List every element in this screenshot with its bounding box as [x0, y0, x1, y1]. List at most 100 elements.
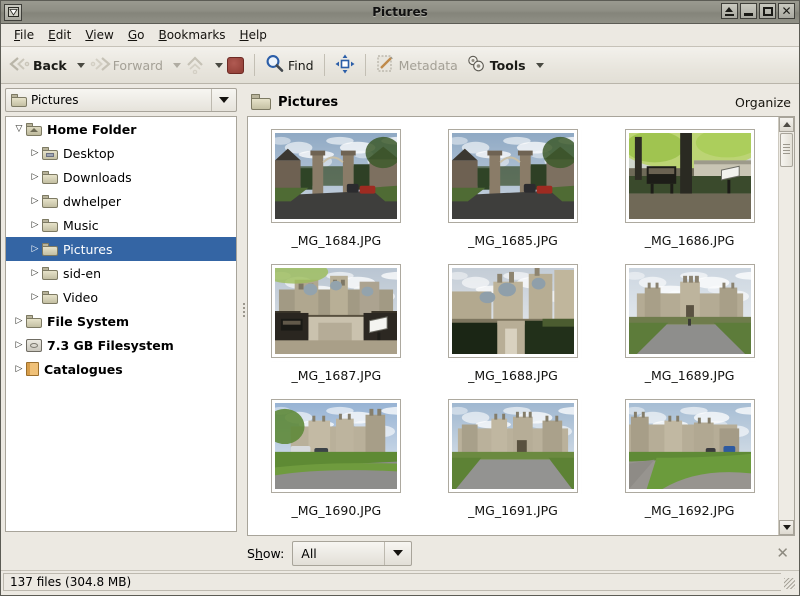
- tree-item-label: Video: [63, 289, 99, 305]
- stop-button[interactable]: [223, 49, 248, 81]
- tree-item-file-system[interactable]: ▷ File System: [6, 309, 236, 333]
- photo-gates: [451, 133, 574, 219]
- thumbnail-image[interactable]: [624, 264, 755, 358]
- chevron-down-icon[interactable]: ▽: [12, 124, 26, 134]
- find-button[interactable]: Find: [261, 49, 318, 81]
- thumbnail-image[interactable]: [271, 264, 402, 358]
- thumbnail-image[interactable]: [447, 129, 578, 223]
- chevron-right-icon[interactable]: ▷: [28, 244, 42, 254]
- tools-button[interactable]: Tools: [462, 49, 530, 81]
- thumbnail-label: _MG_1684.JPG: [291, 233, 382, 248]
- tree-item-label: 7.3 GB Filesystem: [47, 337, 174, 353]
- toolbar-separator-2: [323, 54, 325, 76]
- forward-button[interactable]: Forward: [85, 49, 167, 81]
- thumbnail-image[interactable]: [271, 399, 402, 493]
- forward-dropdown-caret[interactable]: [172, 62, 181, 68]
- thumbnail-image[interactable]: [271, 129, 402, 223]
- menu-edit[interactable]: Edit: [41, 25, 78, 45]
- tree-item-sid-en[interactable]: ▷ sid-en: [6, 261, 236, 285]
- thumbnail-image[interactable]: [624, 129, 755, 223]
- menu-file[interactable]: File: [7, 25, 41, 45]
- chevron-right-icon[interactable]: ▷: [28, 196, 42, 206]
- thumbnail-item[interactable]: _MG_1692.JPG: [601, 395, 778, 530]
- thumbnail-image[interactable]: [447, 264, 578, 358]
- chevron-right-icon[interactable]: ▷: [28, 220, 42, 230]
- menu-go[interactable]: Go: [121, 25, 152, 45]
- close-filter-bar-button[interactable]: ✕: [776, 544, 793, 562]
- thumbnail-label: _MG_1685.JPG: [468, 233, 558, 248]
- show-filter-combobox[interactable]: All: [292, 540, 413, 566]
- tree-item-label: Home Folder: [47, 121, 137, 137]
- thumbnail-item[interactable]: _MG_1690.JPG: [248, 395, 425, 530]
- scroll-up-button[interactable]: [779, 117, 794, 132]
- thumbnail-item[interactable]: _MG_1688.JPG: [425, 260, 602, 395]
- thumbnail-image[interactable]: [624, 399, 755, 493]
- organize-button[interactable]: Organize: [735, 95, 791, 110]
- tools-dropdown-caret[interactable]: [535, 62, 544, 68]
- minimize-button[interactable]: [740, 3, 757, 19]
- close-icon: ✕: [781, 3, 792, 18]
- thumbnail-item[interactable]: _MG_1686.JPG: [601, 125, 778, 260]
- menu-help[interactable]: Help: [233, 25, 274, 45]
- chevron-right-icon[interactable]: ▷: [28, 148, 42, 158]
- location-value: Pictures: [31, 93, 79, 107]
- metadata-button: Metadata: [372, 49, 462, 81]
- fullscreen-button[interactable]: [331, 49, 359, 81]
- chevron-right-icon[interactable]: ▷: [28, 292, 42, 302]
- toolbar: Back Forward Find Metadata Tools: [1, 47, 799, 84]
- photo-castle-hedge: [451, 268, 574, 354]
- thumbnail-label: _MG_1686.JPG: [644, 233, 735, 248]
- tree-item-music[interactable]: ▷ Music: [6, 213, 236, 237]
- thumbnail-item[interactable]: _MG_1689.JPG: [601, 260, 778, 395]
- tree-item-catalogues[interactable]: ▷ Catalogues: [6, 357, 236, 381]
- thumbnail-item[interactable]: _MG_1685.JPG: [425, 125, 602, 260]
- location-dropdown-button[interactable]: [211, 89, 236, 111]
- tree-item-7-3-gb-filesystem[interactable]: ▷ 7.3 GB Filesystem: [6, 333, 236, 357]
- back-button[interactable]: Back: [5, 49, 71, 81]
- resize-grip[interactable]: [781, 573, 797, 591]
- location-combobox[interactable]: Pictures: [5, 88, 237, 112]
- maximize-button[interactable]: [759, 3, 776, 19]
- find-label: Find: [287, 57, 314, 73]
- chevron-right-icon[interactable]: ▷: [12, 364, 26, 374]
- scrollbar-thumb[interactable]: [780, 133, 793, 167]
- tree-item-pictures[interactable]: ▷ Pictures: [6, 237, 236, 261]
- tree-item-video[interactable]: ▷ Video: [6, 285, 236, 309]
- up-button[interactable]: [181, 49, 209, 81]
- thumbnail-image[interactable]: [447, 399, 578, 493]
- shade-button[interactable]: [721, 3, 738, 19]
- tree-item-home-folder[interactable]: ▽ Home Folder: [6, 117, 236, 141]
- chevron-right-icon[interactable]: ▷: [12, 340, 26, 350]
- tree-item-dwhelper[interactable]: ▷ dwhelper: [6, 189, 236, 213]
- folder-tree[interactable]: ▽ Home Folder ▷ Desktop ▷ Downloads ▷ dwhelper ▷…: [5, 116, 237, 532]
- scroll-down-button[interactable]: [779, 520, 794, 535]
- mnemonic: G: [127, 28, 138, 42]
- thumbnail-item[interactable]: _MG_1691.JPG: [425, 395, 602, 530]
- back-label: Back: [33, 57, 67, 73]
- sidebar: Pictures ▽ Home Folder ▷ Desktop ▷ Downloads ▷…: [1, 84, 241, 536]
- tree-item-desktop[interactable]: ▷ Desktop: [6, 141, 236, 165]
- tree-item-label: Desktop: [63, 145, 115, 161]
- menu-bookmarks[interactable]: Bookmarks: [151, 25, 232, 45]
- window-menu-button[interactable]: [4, 3, 22, 21]
- thumbnail-item[interactable]: _MG_1684.JPG: [248, 125, 425, 260]
- menu-view[interactable]: View: [78, 25, 120, 45]
- mnemonic: E: [48, 28, 56, 42]
- close-button[interactable]: ✕: [778, 3, 795, 19]
- toolbar-separator-3: [364, 54, 366, 76]
- thumbnail-item[interactable]: _MG_1687.JPG: [248, 260, 425, 395]
- metadata-label: Metadata: [398, 57, 458, 73]
- vertical-scrollbar[interactable]: [778, 117, 794, 535]
- menu-bar: File Edit View Go Bookmarks Help: [1, 24, 799, 47]
- chevron-right-icon[interactable]: ▷: [12, 316, 26, 326]
- thumbnail-grid[interactable]: _MG_1684.JPG _MG_1685.JPG _MG_1686.JPG _MG_…: [248, 117, 778, 535]
- tree-item-downloads[interactable]: ▷ Downloads: [6, 165, 236, 189]
- chevron-right-icon[interactable]: ▷: [28, 268, 42, 278]
- chevron-right-icon[interactable]: ▷: [28, 172, 42, 182]
- search-icon: [265, 54, 284, 76]
- title-bar: Pictures ✕: [1, 1, 799, 24]
- show-filter-dropdown-button[interactable]: [384, 541, 411, 565]
- up-dropdown-caret[interactable]: [214, 62, 223, 68]
- back-dropdown-caret[interactable]: [76, 62, 85, 68]
- thumbnail-label: _MG_1689.JPG: [644, 368, 735, 383]
